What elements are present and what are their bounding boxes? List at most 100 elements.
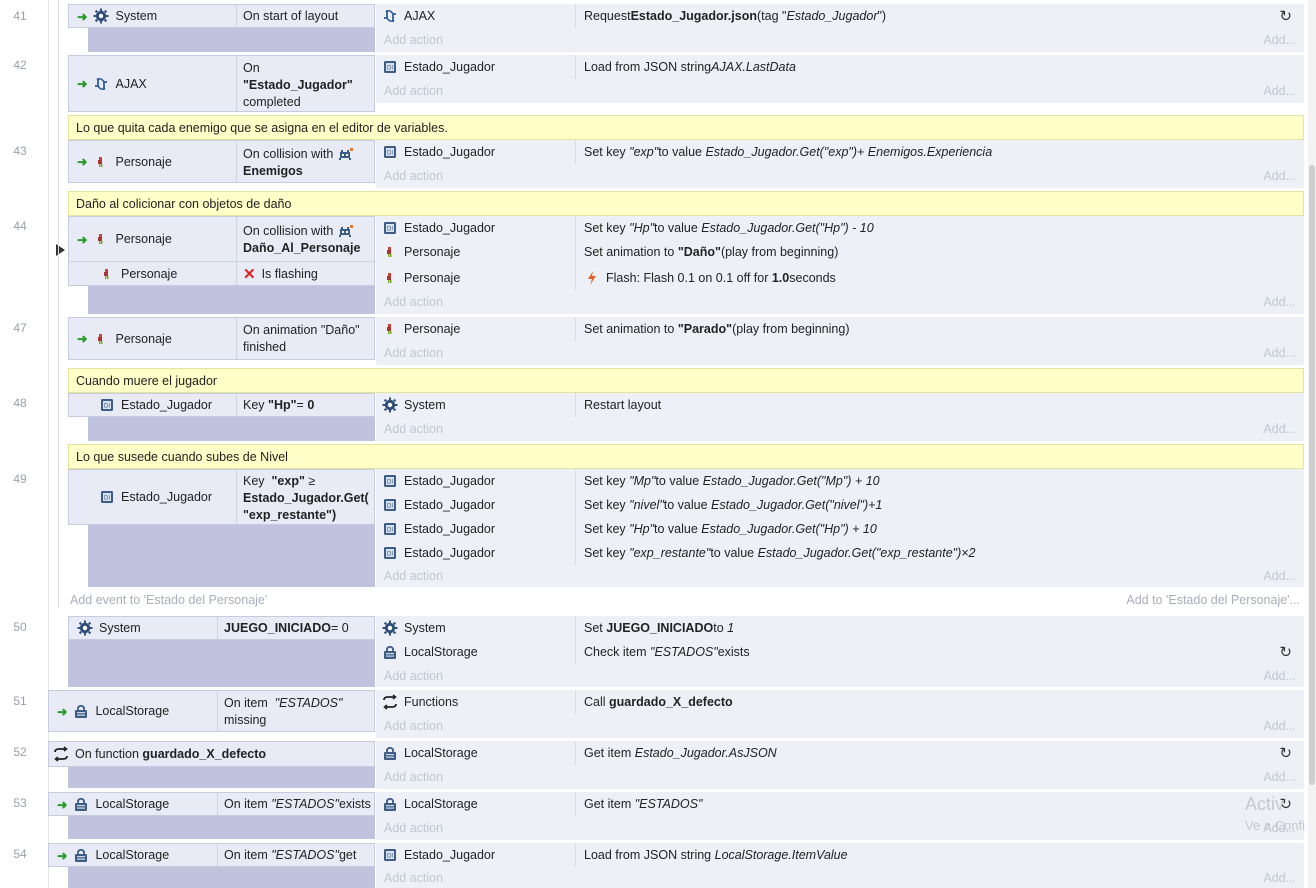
scrollbar-track[interactable] — [1308, 0, 1316, 888]
condition-object: LocalStorage — [95, 704, 170, 718]
condition-row[interactable]: ➜ Personaje On collision with Enemigos — [68, 140, 375, 183]
condition-object: Personaje — [115, 232, 172, 246]
invader-icon — [337, 224, 353, 240]
action-text: Set key "nivel" to value Estado_Jugador.… — [584, 498, 883, 512]
condition-row[interactable]: System JUEGO_INICIADO = 0 — [68, 616, 375, 640]
trigger-arrow-icon: ➜ — [77, 77, 88, 91]
localstorage-icon — [73, 703, 89, 719]
ajax-icon — [93, 76, 109, 92]
action-row[interactable]: Estado_Jugador Set key "nivel" to value … — [376, 493, 1304, 517]
action-object: LocalStorage — [404, 797, 478, 811]
function-icon — [53, 746, 69, 762]
add-action-row[interactable]: Add action Add... — [376, 417, 1304, 441]
comment-row[interactable]: Lo que susede cuando subes de Nivel — [68, 444, 1304, 469]
add-action-row[interactable]: Add action Add... — [376, 765, 1304, 789]
line-number-gutter: 41 42 43 44 47 48 49 50 51 52 53 54 — [0, 0, 65, 888]
actions-block: System Restart layout Add action Add... — [376, 393, 1304, 441]
action-row[interactable]: Estado_Jugador Load from JSON string Loc… — [376, 843, 1304, 867]
condition-row[interactable]: ➜ System On start of layout — [68, 4, 375, 28]
action-text: Set key "exp" to value Estado_Jugador.Ge… — [584, 145, 993, 159]
action-row[interactable]: Estado_Jugador Set key "exp" to value Es… — [376, 140, 1304, 164]
add-action-row[interactable]: Add action Add... — [376, 341, 1304, 365]
dictionary-icon — [382, 144, 398, 160]
action-row[interactable]: System Restart layout — [376, 393, 1304, 417]
add-action-row[interactable]: Add action Add... — [376, 28, 1304, 52]
condition-row[interactable]: ➜ Personaje On animation "Daño" finished — [68, 317, 375, 360]
condition-text: On collision with Enemigos — [243, 146, 353, 180]
sprite-icon — [93, 231, 109, 247]
sprite-icon — [382, 321, 398, 337]
add-event-link[interactable]: Add event to 'Estado del Personaje' — [70, 593, 267, 607]
condition-block[interactable]: ➜ Personaje On collision with Daño_Al_Per… — [68, 216, 375, 286]
action-row[interactable]: Personaje Set animation to "Parado" (pla… — [376, 317, 1304, 341]
line-number: 52 — [13, 745, 27, 759]
condition-empty-area — [88, 417, 375, 441]
condition-text: On item "ESTADOS" missing — [224, 696, 343, 727]
action-row[interactable]: Estado_Jugador Set key "exp_restante" to… — [376, 541, 1304, 565]
add-action-row[interactable]: Add action Add... — [376, 816, 1304, 840]
action-row[interactable]: Personaje Flash: Flash 0.1 on 0.1 off fo… — [376, 266, 1304, 290]
condition-text: ✕ Is flashing — [243, 265, 318, 283]
action-object: Personaje — [404, 271, 461, 285]
actions-block: Estado_Jugador Set key "Mp" to value Est… — [376, 469, 1304, 587]
trigger-arrow-icon: ➜ — [77, 332, 88, 346]
scrollbar-thumb[interactable] — [1309, 165, 1315, 785]
add-action-row[interactable]: Add action Add... — [376, 714, 1304, 738]
sync-icon: ↻ — [1279, 644, 1292, 661]
add-action-row[interactable]: Add action Add... — [376, 565, 1304, 587]
condition-row[interactable]: On function guardado_X_defecto — [48, 741, 375, 767]
action-object: LocalStorage — [404, 645, 478, 659]
line-number: 50 — [13, 620, 27, 634]
sprite-icon — [99, 266, 115, 282]
condition-row[interactable]: ➜ AJAX On "Estado_Jugador" completed — [68, 55, 375, 112]
condition-text: Key "Hp" = 0 — [243, 397, 315, 412]
action-row[interactable]: Estado_Jugador Set key "Hp" to value Est… — [376, 216, 1304, 240]
add-action-row[interactable]: Add action Add... — [376, 290, 1304, 314]
line-number: 48 — [13, 396, 27, 410]
localstorage-icon — [73, 847, 89, 863]
action-row[interactable]: LocalStorage Get item "ESTADOS" ↻ — [376, 792, 1304, 816]
action-text: Set JUEGO_INICIADO to 1 — [584, 621, 735, 635]
gear-icon — [93, 8, 109, 24]
add-action-row[interactable]: Add action Add... — [376, 664, 1304, 687]
dictionary-icon — [382, 545, 398, 561]
condition-object: AJAX — [115, 76, 147, 91]
action-object: Estado_Jugador — [404, 522, 496, 536]
condition-empty-area — [88, 28, 375, 52]
action-row[interactable]: LocalStorage Check item "ESTADOS" exists… — [376, 640, 1304, 664]
action-row[interactable]: System Set JUEGO_INICIADO to 1 — [376, 616, 1304, 640]
action-row[interactable]: Estado_Jugador Load from JSON string AJA… — [376, 55, 1304, 79]
condition-row[interactable]: ➜ LocalStorage On item "ESTADOS" missing — [48, 690, 375, 732]
x-icon: ✕ — [243, 265, 256, 283]
action-row[interactable]: Functions Call guardado_X_defecto — [376, 690, 1304, 714]
condition-object: Personaje — [115, 154, 172, 169]
action-row[interactable]: Estado_Jugador Set key "Mp" to value Est… — [376, 469, 1304, 493]
action-row[interactable]: LocalStorage Get item Estado_Jugador.AsJ… — [376, 741, 1304, 765]
condition-object: System — [99, 621, 141, 635]
add-action-row[interactable]: Add action Add... — [376, 867, 1304, 888]
condition-row[interactable]: Estado_Jugador Key "Hp" = 0 — [68, 393, 375, 417]
add-action-row[interactable]: Add action Add... — [376, 164, 1304, 188]
comment-row[interactable]: Cuando muere el jugador — [68, 368, 1304, 393]
action-object: Estado_Jugador — [404, 848, 496, 862]
line-number: 42 — [13, 58, 27, 72]
action-text: Set animation to "Daño" (play from begin… — [584, 245, 839, 259]
condition-object: LocalStorage — [95, 848, 170, 862]
condition-text: On animation "Daño" finished — [243, 323, 360, 354]
comment-row[interactable]: Lo que quita cada enemigo que se asigna … — [68, 115, 1304, 140]
line-number: 51 — [13, 694, 27, 708]
add-to-group-link[interactable]: Add to 'Estado del Personaje'... — [1126, 593, 1300, 607]
add-action-row[interactable]: Add action Add... — [376, 79, 1304, 103]
comment-row[interactable]: Daño al colicionar con objetos de daño — [68, 191, 1304, 216]
action-object: Estado_Jugador — [404, 221, 496, 235]
action-row[interactable]: AJAX Request Estado_Jugador.json (tag " E… — [376, 4, 1304, 28]
action-text: Flash: Flash 0.1 on 0.1 off for 1.0 seco… — [584, 270, 836, 286]
condition-object: LocalStorage — [95, 797, 170, 811]
action-row[interactable]: Estado_Jugador Set key "Hp" to value Est… — [376, 517, 1304, 541]
action-row[interactable]: Personaje Set animation to "Daño" (play … — [376, 240, 1304, 264]
actions-block: System Set JUEGO_INICIADO to 1 LocalStor… — [376, 616, 1304, 687]
dictionary-icon — [382, 220, 398, 236]
condition-row[interactable]: Estado_Jugador Key "exp" ≥ Estado_Jugador… — [68, 469, 375, 525]
condition-row[interactable]: ➜ LocalStorage On item "ESTADOS" get — [48, 843, 375, 867]
condition-row[interactable]: ➜ LocalStorage On item "ESTADOS" exists — [48, 792, 375, 816]
